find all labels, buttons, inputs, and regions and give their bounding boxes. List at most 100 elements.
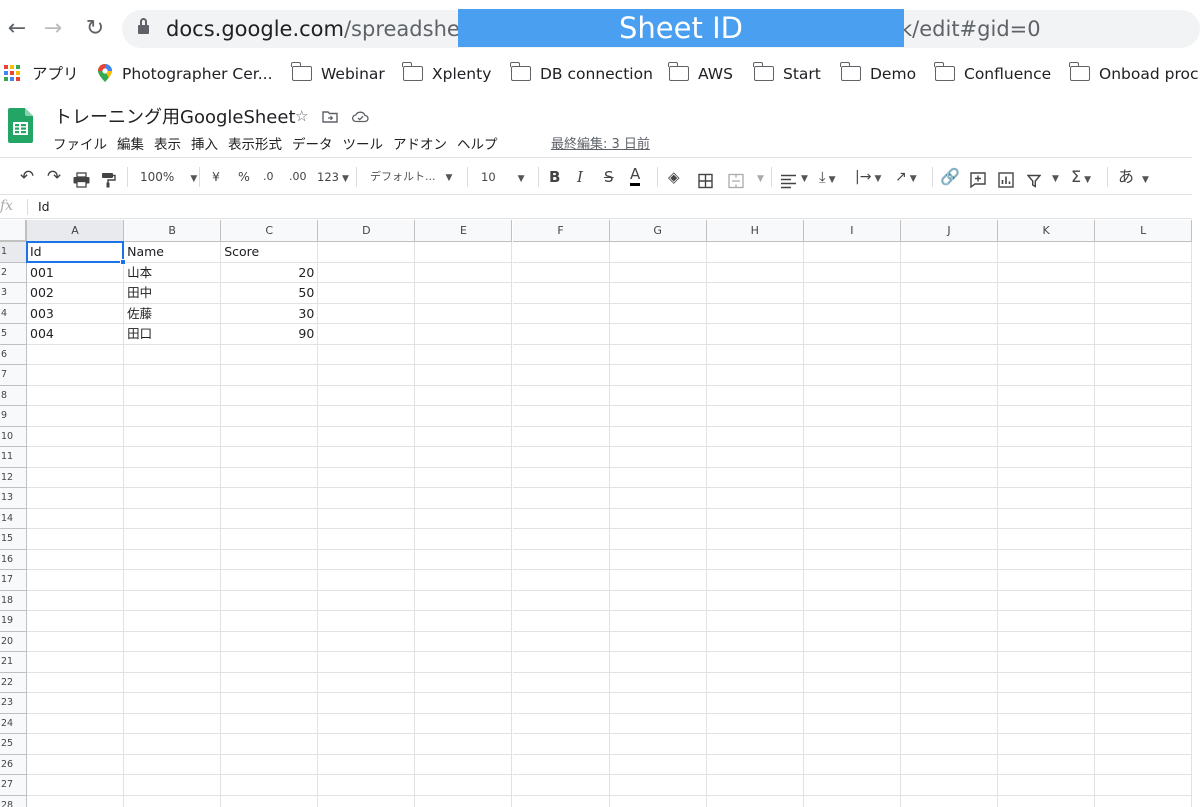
grid-cell[interactable]	[609, 385, 707, 406]
grid-cell[interactable]: 田口	[124, 324, 222, 345]
grid-cell[interactable]	[318, 611, 416, 632]
grid-cell[interactable]	[706, 754, 804, 775]
grid-cell[interactable]	[1095, 385, 1192, 406]
grid-cell[interactable]	[998, 467, 1096, 488]
redo-icon[interactable]: ↷	[44, 166, 64, 188]
grid-cell[interactable]	[512, 713, 610, 734]
zoom-select[interactable]: 100% ▼	[140, 166, 197, 188]
grid-cell[interactable]	[900, 406, 998, 427]
grid-cell[interactable]	[512, 344, 610, 365]
grid-cell[interactable]	[318, 508, 416, 529]
grid-cell[interactable]	[318, 693, 416, 714]
grid-cell[interactable]	[512, 611, 610, 632]
grid-cell[interactable]	[512, 631, 610, 652]
filter-icon[interactable]	[1027, 170, 1041, 192]
merge-cells-icon[interactable]	[728, 170, 744, 192]
menu-item[interactable]: 編集	[112, 131, 149, 155]
grid-cell[interactable]	[124, 590, 222, 611]
grid-cell[interactable]	[1095, 488, 1192, 509]
grid-cell[interactable]	[706, 365, 804, 386]
grid-cell[interactable]	[803, 283, 901, 304]
grid-cell[interactable]	[124, 693, 222, 714]
grid-cell[interactable]	[803, 775, 901, 796]
grid-cell[interactable]	[706, 631, 804, 652]
grid-cell[interactable]	[415, 775, 513, 796]
grid-cell[interactable]	[998, 385, 1096, 406]
borders-icon[interactable]	[698, 170, 713, 192]
row-header[interactable]: 23	[0, 693, 27, 714]
menu-item[interactable]: ファイル	[48, 131, 112, 155]
column-header[interactable]: F	[512, 220, 610, 242]
row-header[interactable]: 16	[0, 549, 27, 570]
print-icon[interactable]	[73, 169, 90, 191]
grid-cell[interactable]	[512, 693, 610, 714]
row-header[interactable]: 27	[0, 775, 27, 796]
grid-cell[interactable]	[221, 529, 319, 550]
grid-cell[interactable]: 佐藤	[124, 303, 222, 324]
grid-cell[interactable]: 30	[221, 303, 319, 324]
grid-cell[interactable]	[512, 754, 610, 775]
grid-cell[interactable]	[27, 467, 125, 488]
grid-cell[interactable]	[415, 303, 513, 324]
menu-item[interactable]: ツール	[338, 131, 389, 155]
grid-cell[interactable]	[609, 242, 707, 263]
grid-cell[interactable]	[706, 447, 804, 468]
grid-cell[interactable]	[512, 652, 610, 673]
row-header[interactable]: 22	[0, 672, 27, 693]
grid-cell[interactable]	[609, 590, 707, 611]
grid-cell[interactable]	[1095, 590, 1192, 611]
grid-cell[interactable]	[27, 406, 125, 427]
select-all-corner[interactable]	[0, 220, 27, 242]
row-header[interactable]: 9	[0, 406, 27, 427]
grid-cell[interactable]	[124, 795, 222, 807]
grid-cell[interactable]	[900, 447, 998, 468]
grid-cell[interactable]	[318, 467, 416, 488]
fill-handle[interactable]	[120, 258, 127, 265]
grid-cell[interactable]	[900, 672, 998, 693]
grid-cell[interactable]	[1095, 283, 1192, 304]
grid-cell[interactable]	[706, 590, 804, 611]
back-arrow-icon[interactable]: ←	[0, 12, 34, 46]
grid-cell[interactable]	[512, 283, 610, 304]
grid-cell[interactable]	[900, 303, 998, 324]
grid-cell[interactable]	[803, 324, 901, 345]
grid-cell[interactable]	[221, 693, 319, 714]
grid-cell[interactable]	[221, 385, 319, 406]
grid-cell[interactable]	[803, 488, 901, 509]
grid-cell[interactable]	[415, 242, 513, 263]
grid-cell[interactable]	[609, 631, 707, 652]
grid-cell[interactable]	[27, 529, 125, 550]
grid-cell[interactable]	[609, 508, 707, 529]
reload-icon[interactable]: ↻	[78, 12, 112, 46]
grid-cell[interactable]	[415, 529, 513, 550]
column-header[interactable]: I	[803, 220, 901, 242]
grid-cell[interactable]	[900, 262, 998, 283]
grid-cell[interactable]	[512, 508, 610, 529]
bookmark-item[interactable]: Demo	[840, 62, 916, 86]
grid-cell[interactable]	[124, 426, 222, 447]
bookmark-item[interactable]: Photographer Cer...	[98, 62, 273, 86]
grid-cell[interactable]	[706, 570, 804, 591]
grid-cell[interactable]	[609, 672, 707, 693]
grid-cell[interactable]	[803, 344, 901, 365]
grid-cell[interactable]	[706, 344, 804, 365]
grid-cell[interactable]	[706, 652, 804, 673]
grid-cell[interactable]	[706, 242, 804, 263]
bookmark-item[interactable]: DB connection	[510, 62, 653, 86]
grid-cell[interactable]	[900, 467, 998, 488]
grid-cell[interactable]	[803, 365, 901, 386]
grid-cell[interactable]	[804, 795, 901, 807]
grid-cell[interactable]	[512, 365, 610, 386]
grid-cell[interactable]	[900, 590, 998, 611]
grid-cell[interactable]	[27, 508, 125, 529]
grid-cell[interactable]	[512, 488, 610, 509]
grid-cell[interactable]	[609, 570, 707, 591]
grid-cell[interactable]	[900, 713, 998, 734]
grid-cell[interactable]	[900, 754, 998, 775]
grid-cell[interactable]	[512, 590, 610, 611]
grid-cell[interactable]	[415, 549, 513, 570]
bookmark-item[interactable]: Start	[753, 62, 821, 86]
grid-cell[interactable]	[900, 734, 998, 755]
grid-cell[interactable]	[609, 693, 707, 714]
grid-cell[interactable]: Name	[124, 242, 222, 263]
